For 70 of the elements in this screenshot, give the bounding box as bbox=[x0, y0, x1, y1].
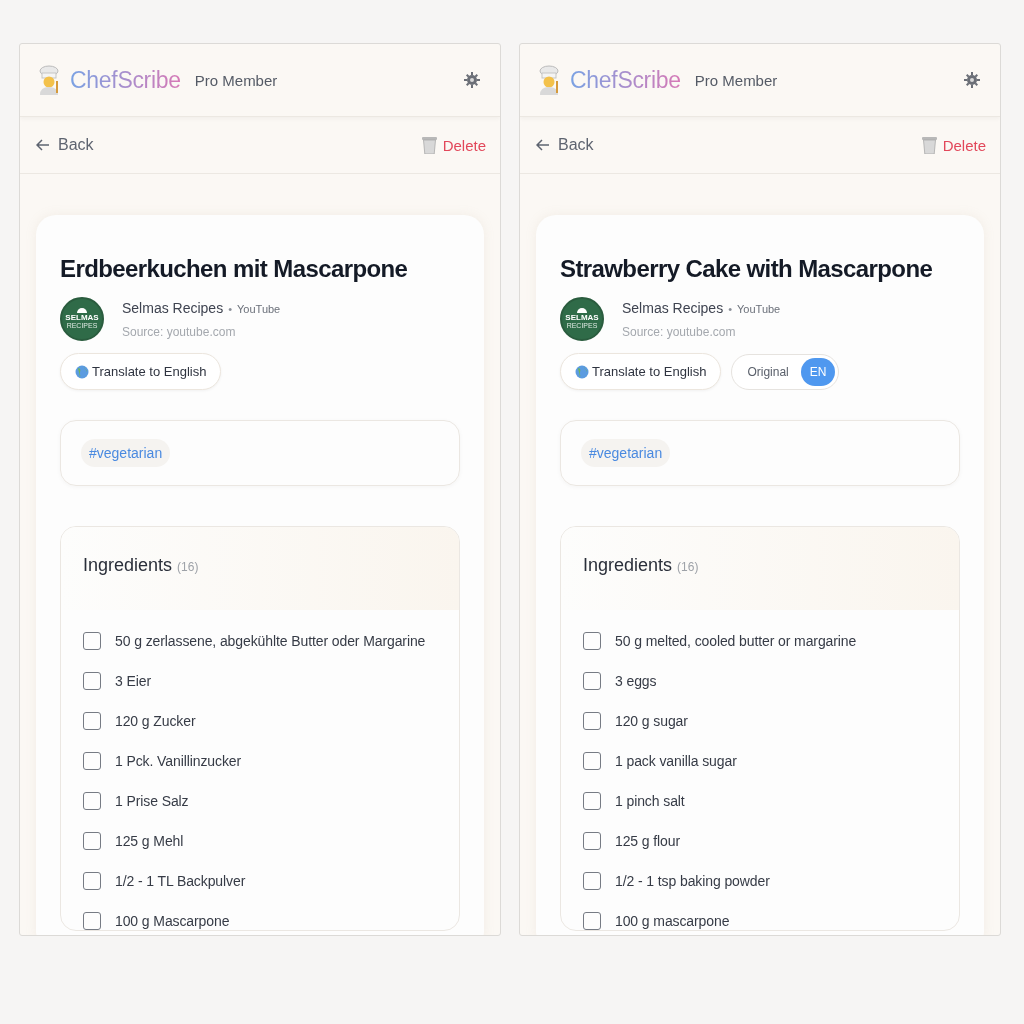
toggle-option[interactable]: EN bbox=[800, 357, 836, 386]
recipe-title: Erdbeerkuchen mit Mascarpone bbox=[60, 255, 409, 283]
separator-dot: • bbox=[228, 303, 232, 315]
checkbox[interactable] bbox=[83, 792, 101, 810]
ingredients-count: (16) bbox=[677, 560, 699, 574]
trash-icon bbox=[921, 136, 937, 154]
ingredient-text: 120 g sugar bbox=[615, 713, 688, 729]
checkbox[interactable] bbox=[83, 832, 101, 850]
ingredient-text: 1 pinch salt bbox=[615, 793, 685, 809]
settings-icon[interactable] bbox=[964, 72, 980, 88]
checkbox[interactable] bbox=[583, 792, 601, 810]
ingredients-count: (16) bbox=[177, 560, 199, 574]
membership-label: Pro Member bbox=[194, 71, 278, 89]
cloche-icon bbox=[577, 308, 587, 313]
ingredients-heading: Ingredients bbox=[83, 555, 173, 576]
back-arrow-icon bbox=[536, 139, 550, 151]
ingredient-text: 1 pack vanilla sugar bbox=[615, 753, 737, 769]
separator-dot: • bbox=[728, 303, 732, 315]
translate-button[interactable]: Translate to English bbox=[60, 353, 222, 390]
logo-text: SELMAS bbox=[565, 313, 599, 322]
checkbox[interactable] bbox=[83, 752, 101, 770]
trash-icon bbox=[421, 136, 437, 154]
ingredient-text: 100 g mascarpone bbox=[615, 913, 730, 929]
checkbox[interactable] bbox=[83, 872, 101, 890]
checkbox[interactable] bbox=[83, 912, 101, 930]
delete-button[interactable]: Delete bbox=[421, 136, 486, 154]
ingredient-text: 3 eggs bbox=[615, 673, 657, 689]
checkbox[interactable] bbox=[83, 712, 101, 730]
globe-icon bbox=[75, 364, 89, 379]
checkbox[interactable] bbox=[583, 712, 601, 730]
platform-label: YouTube bbox=[737, 303, 781, 315]
ingredient-text: 1 Pck. Vanillinzucker bbox=[115, 753, 242, 769]
logo-text: SELMAS bbox=[65, 313, 99, 322]
toggle-option[interactable]: Original bbox=[735, 357, 801, 386]
globe-icon bbox=[575, 364, 589, 379]
tag[interactable]: #vegetarian bbox=[581, 439, 671, 467]
ingredient-text: 50 g zerlassene, abgekühlte Butter oder Margarine bbox=[115, 633, 426, 649]
ingredient-text: 100 g Mascarpone bbox=[115, 913, 230, 929]
settings-icon[interactable] bbox=[464, 72, 480, 88]
membership-label: Pro Member bbox=[694, 71, 778, 89]
ingredient-text: 1/2 - 1 TL Backpulver bbox=[115, 873, 246, 889]
tag[interactable]: #vegetarian bbox=[81, 439, 171, 467]
translate-button[interactable]: Translate to English bbox=[560, 353, 722, 390]
checkbox[interactable] bbox=[583, 752, 601, 770]
ingredients-heading: Ingredients bbox=[583, 555, 673, 576]
back-button[interactable]: Back bbox=[536, 136, 594, 154]
delete-button[interactable]: Delete bbox=[921, 136, 986, 154]
source-text: Source: youtube.com bbox=[122, 325, 237, 339]
checkbox[interactable] bbox=[583, 872, 601, 890]
cloche-icon bbox=[77, 308, 87, 313]
ingredient-text: 125 g Mehl bbox=[115, 833, 184, 849]
ingredient-text: 125 g flour bbox=[615, 833, 681, 849]
checkbox[interactable] bbox=[83, 672, 101, 690]
ingredient-text: 50 g melted, cooled butter or margarine bbox=[615, 633, 857, 649]
checkbox[interactable] bbox=[583, 912, 601, 930]
back-arrow-icon bbox=[36, 139, 50, 151]
channel-name: Selmas Recipes bbox=[622, 300, 724, 316]
ingredient-text: 1/2 - 1 tsp baking powder bbox=[615, 873, 770, 889]
platform-label: YouTube bbox=[237, 303, 281, 315]
checkbox[interactable] bbox=[583, 672, 601, 690]
checkbox[interactable] bbox=[83, 632, 101, 650]
recipe-title: Strawberry Cake with Mascarpone bbox=[560, 255, 934, 283]
channel-name: Selmas Recipes bbox=[122, 300, 224, 316]
ingredient-text: 120 g Zucker bbox=[115, 713, 196, 729]
source-text: Source: youtube.com bbox=[622, 325, 737, 339]
checkbox[interactable] bbox=[583, 632, 601, 650]
ingredient-text: 1 Prise Salz bbox=[115, 793, 189, 809]
checkbox[interactable] bbox=[583, 832, 601, 850]
ingredient-text: 3 Eier bbox=[115, 673, 151, 689]
back-button[interactable]: Back bbox=[36, 136, 94, 154]
